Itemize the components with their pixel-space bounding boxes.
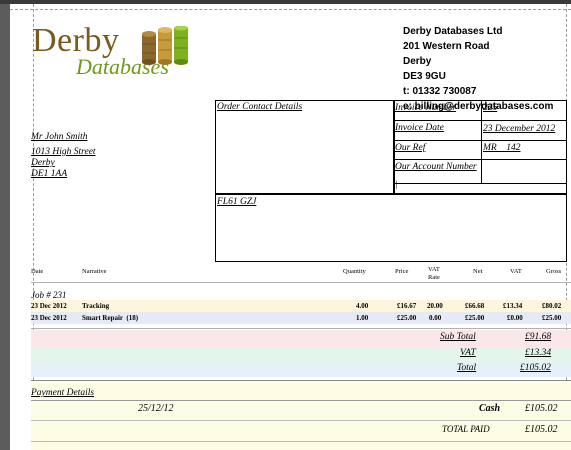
customer-name: Mr John Smith <box>31 132 88 142</box>
table-row: 23 Dec 2012 Tracking 4.00 £16.67 20.00 £… <box>31 300 571 312</box>
line-quantity: 4.00 <box>356 302 369 310</box>
invoice-info-row-line-3 <box>394 159 566 160</box>
vat-total-value: £13.34 <box>525 348 552 358</box>
customer-address-block: Mr John Smith 1013 High Street Derby DE1… <box>31 132 96 180</box>
payment-method: Cash <box>479 403 501 414</box>
header-rule <box>31 282 571 283</box>
total-value: £105.02 <box>520 363 551 373</box>
line-date: 23 Dec 2012 <box>31 314 67 322</box>
vehicle-box: FL61 GZJ <box>215 194 567 262</box>
vat-total-label: VAT <box>460 348 476 358</box>
vehicle-reg: FL61 GZJ <box>217 197 257 207</box>
page-margin-guide-top <box>10 9 571 10</box>
job-number: Job # 231 <box>31 290 67 300</box>
our-ref-label: Our Ref <box>395 143 426 153</box>
line-gross: £80.02 <box>542 302 562 310</box>
line-date: 23 Dec 2012 <box>31 302 67 310</box>
account-number-label: Our Account Number <box>395 162 477 172</box>
column-header-vat-rate-line2: Rate <box>428 274 440 281</box>
line-gross: £25.00 <box>542 314 562 322</box>
total-label: Total <box>457 363 477 373</box>
line-vat-rate: 20.00 <box>427 302 443 310</box>
column-header-gross: Gross <box>546 268 562 275</box>
company-phone: t: 01332 730087 <box>403 86 477 97</box>
invoice-info-row-line-2 <box>394 140 566 141</box>
total-paid-value: £105.02 <box>525 424 558 435</box>
payment-date: 25/12/12 <box>138 403 174 414</box>
invoice-number-label: Invoice Number <box>395 103 456 113</box>
line-narrative: Smart Repair (18) <box>82 314 139 322</box>
column-header-date: Date <box>31 268 44 275</box>
subtotal-value: £91.68 <box>525 332 552 342</box>
customer-street: 1013 High Street <box>31 147 96 157</box>
invoice-info-row-line-1 <box>394 120 566 121</box>
column-header-vat-rate-line1: VAT <box>428 266 440 273</box>
payment-band <box>31 382 571 450</box>
invoice-info-box: Invoice Number 225 Invoice Date 23 Decem… <box>393 100 567 194</box>
line-net: £25.00 <box>465 314 485 322</box>
company-logo: Derby Databases <box>32 22 192 80</box>
line-vat: £0.00 <box>507 314 523 322</box>
order-contact-label: Order Contact Details <box>217 102 303 112</box>
column-header-price: Price <box>395 268 409 275</box>
customer-city: Derby <box>31 158 55 168</box>
company-name: Derby Databases Ltd <box>403 26 503 37</box>
line-vat-rate: 0.00 <box>429 314 442 322</box>
invoice-date-label: Invoice Date <box>395 123 444 133</box>
column-header-vat-rate: VAT Rate <box>428 266 440 282</box>
invoice-number-value: 225 <box>483 103 498 113</box>
items-bottom-rule <box>31 328 571 329</box>
payment-details-header: Payment Details <box>31 388 95 398</box>
subtotal-band <box>31 330 571 347</box>
invoice-info-row-line-4 <box>394 183 566 184</box>
line-price: £25.00 <box>397 314 417 322</box>
line-price: £16.67 <box>397 302 417 310</box>
payment-header-rule <box>31 400 571 401</box>
totals-bottom-rule <box>31 380 571 381</box>
company-city: Derby <box>403 56 432 67</box>
column-header-quantity: Quantity <box>343 268 366 275</box>
line-vat: £13.34 <box>503 302 523 310</box>
line-quantity: 1.00 <box>356 314 369 322</box>
our-ref-value: MR 142 <box>483 143 521 153</box>
column-header-vat: VAT <box>510 268 522 275</box>
customer-postcode: DE1 1AA <box>31 169 68 179</box>
invoice-page: Derby Databases Derby Databases Ltd 201 … <box>10 4 571 450</box>
order-contact-box: Order Contact Details <box>215 100 395 194</box>
total-band <box>31 363 571 377</box>
table-row: 23 Dec 2012 Smart Repair (18) 1.00 £25.0… <box>31 312 571 324</box>
line-narrative: Tracking <box>82 302 110 310</box>
subtotal-label: Sub Total <box>440 332 476 342</box>
company-postcode: DE3 9GU <box>403 71 446 82</box>
page-bottom-rule <box>31 441 571 442</box>
line-net: £66.68 <box>465 302 485 310</box>
payment-total-rule <box>31 420 571 421</box>
payment-amount: £105.02 <box>525 403 558 414</box>
company-street: 201 Western Road <box>403 41 490 52</box>
invoice-info-divider <box>481 101 482 183</box>
vat-band <box>31 347 571 363</box>
column-header-net: Net <box>473 268 483 275</box>
invoice-extra-field: | <box>395 180 398 190</box>
database-stack-icon <box>142 26 188 65</box>
total-paid-label: TOTAL PAID <box>442 424 490 434</box>
column-header-narrative: Narrative <box>82 268 107 275</box>
invoice-date-value: 23 December 2012 <box>483 124 556 134</box>
